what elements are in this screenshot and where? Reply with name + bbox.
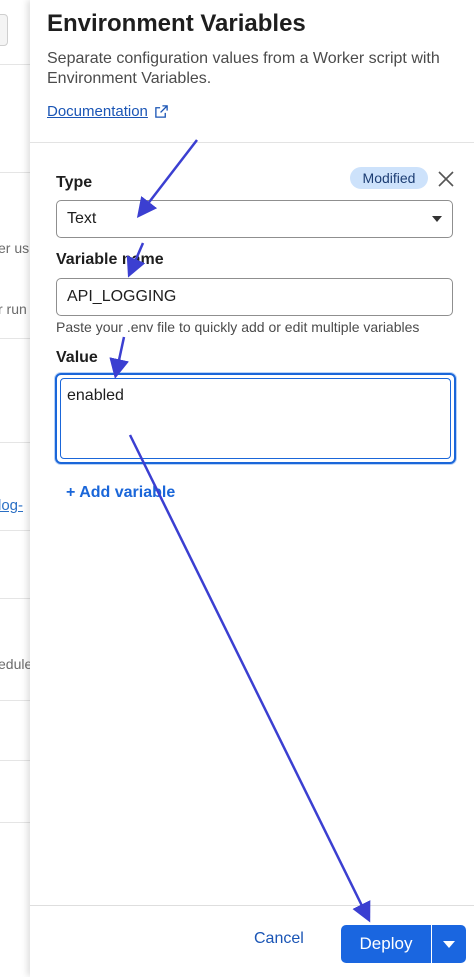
chevron-down-icon xyxy=(432,216,442,222)
panel-footer: Cancel Deploy xyxy=(30,905,474,977)
background-text: edule xyxy=(0,656,31,672)
type-select[interactable]: Text xyxy=(56,200,453,238)
panel-title: Environment Variables xyxy=(47,10,306,37)
type-label: Type xyxy=(56,174,93,191)
background-divider xyxy=(0,822,30,823)
deploy-button[interactable]: Deploy xyxy=(341,925,431,963)
close-icon[interactable] xyxy=(435,168,457,190)
modified-badge: Modified xyxy=(350,167,428,189)
background-link: log- xyxy=(0,497,24,514)
documentation-link-label: Documentation xyxy=(47,103,148,120)
background-text: er us xyxy=(0,240,30,256)
variable-name-input[interactable]: API_LOGGING xyxy=(56,278,453,316)
value-textarea-value: enabled xyxy=(67,387,124,404)
background-divider xyxy=(0,760,30,761)
value-label: Value xyxy=(56,349,98,366)
background-divider xyxy=(0,598,30,599)
environment-variables-panel: Environment Variables Separate configura… xyxy=(30,0,474,977)
background-divider xyxy=(0,700,30,701)
add-variable-button[interactable]: + Add variable xyxy=(66,484,175,502)
external-link-icon xyxy=(155,105,168,118)
background-divider xyxy=(0,530,30,531)
env-file-hint: Paste your .env file to quickly add or e… xyxy=(56,319,420,335)
background-divider xyxy=(0,172,30,173)
value-textarea[interactable]: enabled xyxy=(55,373,456,464)
panel-subtitle: Separate configuration values from a Wor… xyxy=(47,50,440,87)
cancel-button[interactable]: Cancel xyxy=(254,930,304,948)
background-divider xyxy=(0,442,30,443)
background-text: r run xyxy=(0,301,27,317)
background-control xyxy=(0,14,8,46)
variable-name-label: Variable name xyxy=(56,251,164,268)
background-page: er us r run log- edule xyxy=(0,0,31,976)
variable-name-value: API_LOGGING xyxy=(67,288,177,305)
panel-header: Environment Variables Separate configura… xyxy=(30,0,474,143)
documentation-link[interactable]: Documentation xyxy=(47,103,169,120)
background-divider xyxy=(0,64,30,65)
deploy-options-chevron-icon[interactable] xyxy=(432,925,466,963)
type-select-value: Text xyxy=(67,210,97,227)
background-divider xyxy=(0,338,30,339)
